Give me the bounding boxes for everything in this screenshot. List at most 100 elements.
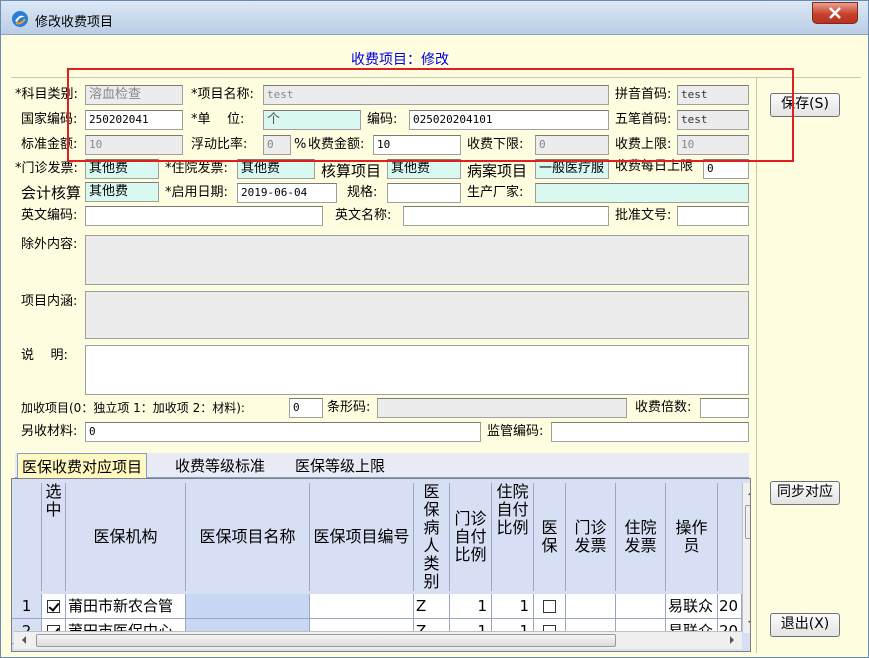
org-cell[interactable]: 莆田市新农合管 (66, 594, 186, 619)
col-header-org[interactable]: 医保机构 (66, 483, 186, 591)
tab-insurance-mapping[interactable]: 医保收费对应项目 (17, 453, 148, 479)
medical-record-label: 病案项目 (467, 162, 528, 180)
inpatient-ratio-cell[interactable]: 1 (492, 594, 534, 619)
en-name-field[interactable] (403, 206, 609, 226)
scroll-up-icon[interactable] (743, 485, 751, 501)
outpatient-invoice-cell[interactable] (566, 594, 616, 619)
std-amount-field[interactable]: 10 (85, 135, 183, 155)
fee-lower-field[interactable]: 0 (535, 135, 609, 155)
outpatient-ratio-cell[interactable]: 1 (450, 594, 492, 619)
category-label: *科目类别: (15, 87, 78, 102)
inpatient-invoice-cell[interactable] (616, 594, 666, 619)
patient-type-cell[interactable]: Z (414, 594, 450, 619)
item-code-cell[interactable] (310, 594, 414, 619)
category-field[interactable]: 溶血检查 (85, 85, 183, 105)
title-bar[interactable]: 修改收费项目 (1, 1, 868, 35)
insurance-cell[interactable] (534, 594, 566, 619)
multiple-field[interactable] (700, 398, 749, 418)
en-code-field[interactable] (85, 206, 323, 226)
col-header-patient-type[interactable]: 医保病人类别 (414, 483, 450, 591)
row-number: 1 (12, 594, 42, 619)
manufacturer-field[interactable] (535, 183, 749, 203)
addon-field[interactable]: 0 (289, 398, 323, 418)
extra-material-field[interactable]: 0 (85, 422, 481, 442)
col-header-operator[interactable]: 操作员 (666, 483, 718, 591)
account-field[interactable]: 其他费 (85, 182, 159, 202)
daily-limit-field[interactable]: 0 (703, 159, 749, 179)
outpatient-invoice-label: *门诊发票: (15, 161, 78, 176)
operator-cell[interactable]: 易联众 (666, 594, 718, 619)
inpatient-invoice-label: *住院发票: (165, 161, 228, 176)
scroll-down-icon[interactable] (743, 615, 751, 631)
fee-lower-label: 收费下限: (467, 137, 524, 152)
note-label: 说 明: (21, 348, 68, 363)
close-button[interactable] (812, 2, 858, 24)
wubi-label: 五笔首码: (615, 112, 672, 127)
spec-field[interactable] (387, 183, 461, 203)
account-label: 会计核算 (21, 184, 82, 202)
col-header-text: 住院发票 (624, 518, 657, 555)
col-header-inpatient-ratio[interactable]: 住院自付比例 (492, 483, 534, 591)
scroll-left-icon[interactable] (16, 632, 32, 648)
col-header-outpatient-ratio[interactable]: 门诊自付比例 (450, 483, 492, 591)
col-header-item-code[interactable]: 医保项目编号 (310, 483, 414, 591)
approval-label: 批准文号: (615, 208, 672, 223)
sync-button[interactable]: 同步对应 (770, 481, 840, 505)
manufacturer-label: 生产厂家: (467, 185, 524, 200)
medical-record-field[interactable]: 一般医疗服 (535, 159, 609, 179)
col-header-item-name[interactable]: 医保项目名称 (186, 483, 310, 591)
item-name-cell[interactable] (186, 594, 310, 619)
tab-fee-grade-standard[interactable]: 收费等级标准 (171, 455, 269, 477)
multiple-label: 收费倍数: (635, 400, 692, 415)
col-header-outpatient-invoice[interactable]: 门诊发票 (566, 483, 616, 591)
float-rate-field[interactable]: 0 (263, 135, 291, 155)
connotation-textarea[interactable] (85, 291, 749, 339)
fee-upper-field[interactable]: 10 (677, 135, 749, 155)
horizontal-scrollbar[interactable] (14, 631, 742, 649)
col-header-text: 医保机构 (93, 527, 158, 546)
approval-field[interactable] (677, 206, 749, 226)
exclusion-textarea[interactable] (85, 235, 749, 285)
wubi-field[interactable]: test (677, 110, 749, 130)
accounting-item-field[interactable]: 其他费 (387, 159, 461, 179)
col-header-text: 门诊发票 (574, 518, 607, 555)
scroll-right-icon[interactable] (724, 632, 740, 648)
col-header-insurance[interactable]: 医保 (534, 483, 566, 591)
exit-button[interactable]: 退出(X) (770, 613, 840, 637)
national-code-label: 国家编码: (21, 112, 78, 127)
grid-corner (12, 483, 42, 591)
divider (11, 77, 861, 78)
vertical-scrollbar[interactable] (742, 483, 751, 633)
extra-cell[interactable]: 20 (718, 594, 742, 619)
scroll-thumb[interactable] (745, 505, 750, 539)
col-header-text: 操作员 (675, 518, 708, 555)
national-code-field[interactable]: 250202041 (85, 110, 183, 130)
name-field[interactable]: test (263, 85, 609, 105)
fee-amount-field[interactable]: 10 (373, 135, 461, 155)
col-header-selected[interactable]: 选中 (42, 483, 66, 591)
checkbox-unchecked-icon[interactable] (543, 600, 556, 613)
supervision-code-field[interactable] (551, 422, 749, 442)
tab-insurance-grade-limit[interactable]: 医保等级上限 (291, 455, 389, 477)
barcode-label: 条形码: (327, 400, 371, 415)
outpatient-invoice-field[interactable]: 其他费 (85, 159, 159, 179)
barcode-field[interactable] (377, 398, 627, 418)
unit-field[interactable]: 个 (263, 110, 361, 130)
start-date-label: *启用日期: (165, 185, 228, 200)
scroll-thumb[interactable] (36, 634, 616, 647)
float-rate-label: 浮动比率: (191, 137, 248, 152)
code-label: 编码: (367, 112, 398, 127)
col-header-text: 住院自付比例 (496, 482, 529, 537)
code-field[interactable]: 025020204101 (409, 110, 609, 130)
save-button[interactable]: 保存(S) (770, 93, 840, 117)
pinyin-field[interactable]: test (677, 85, 749, 105)
inpatient-invoice-field[interactable]: 其他费 (237, 159, 315, 179)
col-header-extra[interactable] (718, 483, 742, 591)
start-date-field[interactable]: 2019-06-04 (237, 183, 337, 203)
dialog-window: 修改收费项目 收费项目：修改 *科目类别: 溶血检查 *项目名称: test 拼… (0, 0, 869, 658)
checkbox-checked-icon[interactable] (47, 600, 60, 613)
note-textarea[interactable] (85, 345, 749, 395)
row-select-cell[interactable] (42, 594, 66, 619)
app-logo-icon (12, 11, 28, 27)
col-header-inpatient-invoice[interactable]: 住院发票 (616, 483, 666, 591)
